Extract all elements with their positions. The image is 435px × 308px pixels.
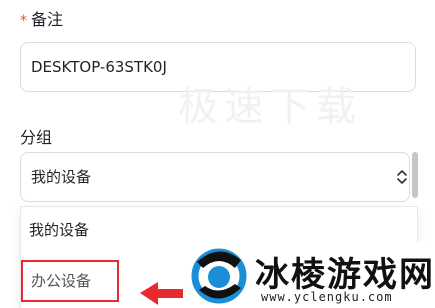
remark-label-text: 备注 [31,10,64,29]
page: * 备注 DESKTOP-63STK0J 极速下载 分组 我的设备 我的设备 办公… [0,0,435,308]
watermark: 极速下载 [178,84,362,130]
group-select[interactable]: 我的设备 [20,152,410,202]
remark-label: * 备注 [20,10,63,31]
brand-name: 冰棱游戏网 [255,255,435,295]
dropdown-option-my-devices[interactable]: 我的设备 [29,219,89,240]
brand-watermark: 冰棱游戏网 www.yclengku.com [183,242,435,308]
red-arrow-left-icon [140,282,184,305]
required-marker: * [20,13,27,29]
dropdown-option-office-devices[interactable]: 办公设备 [21,260,119,302]
chevron-up-down-icon[interactable] [395,168,409,186]
group-label: 分组 [20,128,53,147]
scrollbar[interactable] [412,152,418,198]
circle-logo-icon [191,248,247,304]
brand-url: www.yclengku.com [261,290,393,304]
